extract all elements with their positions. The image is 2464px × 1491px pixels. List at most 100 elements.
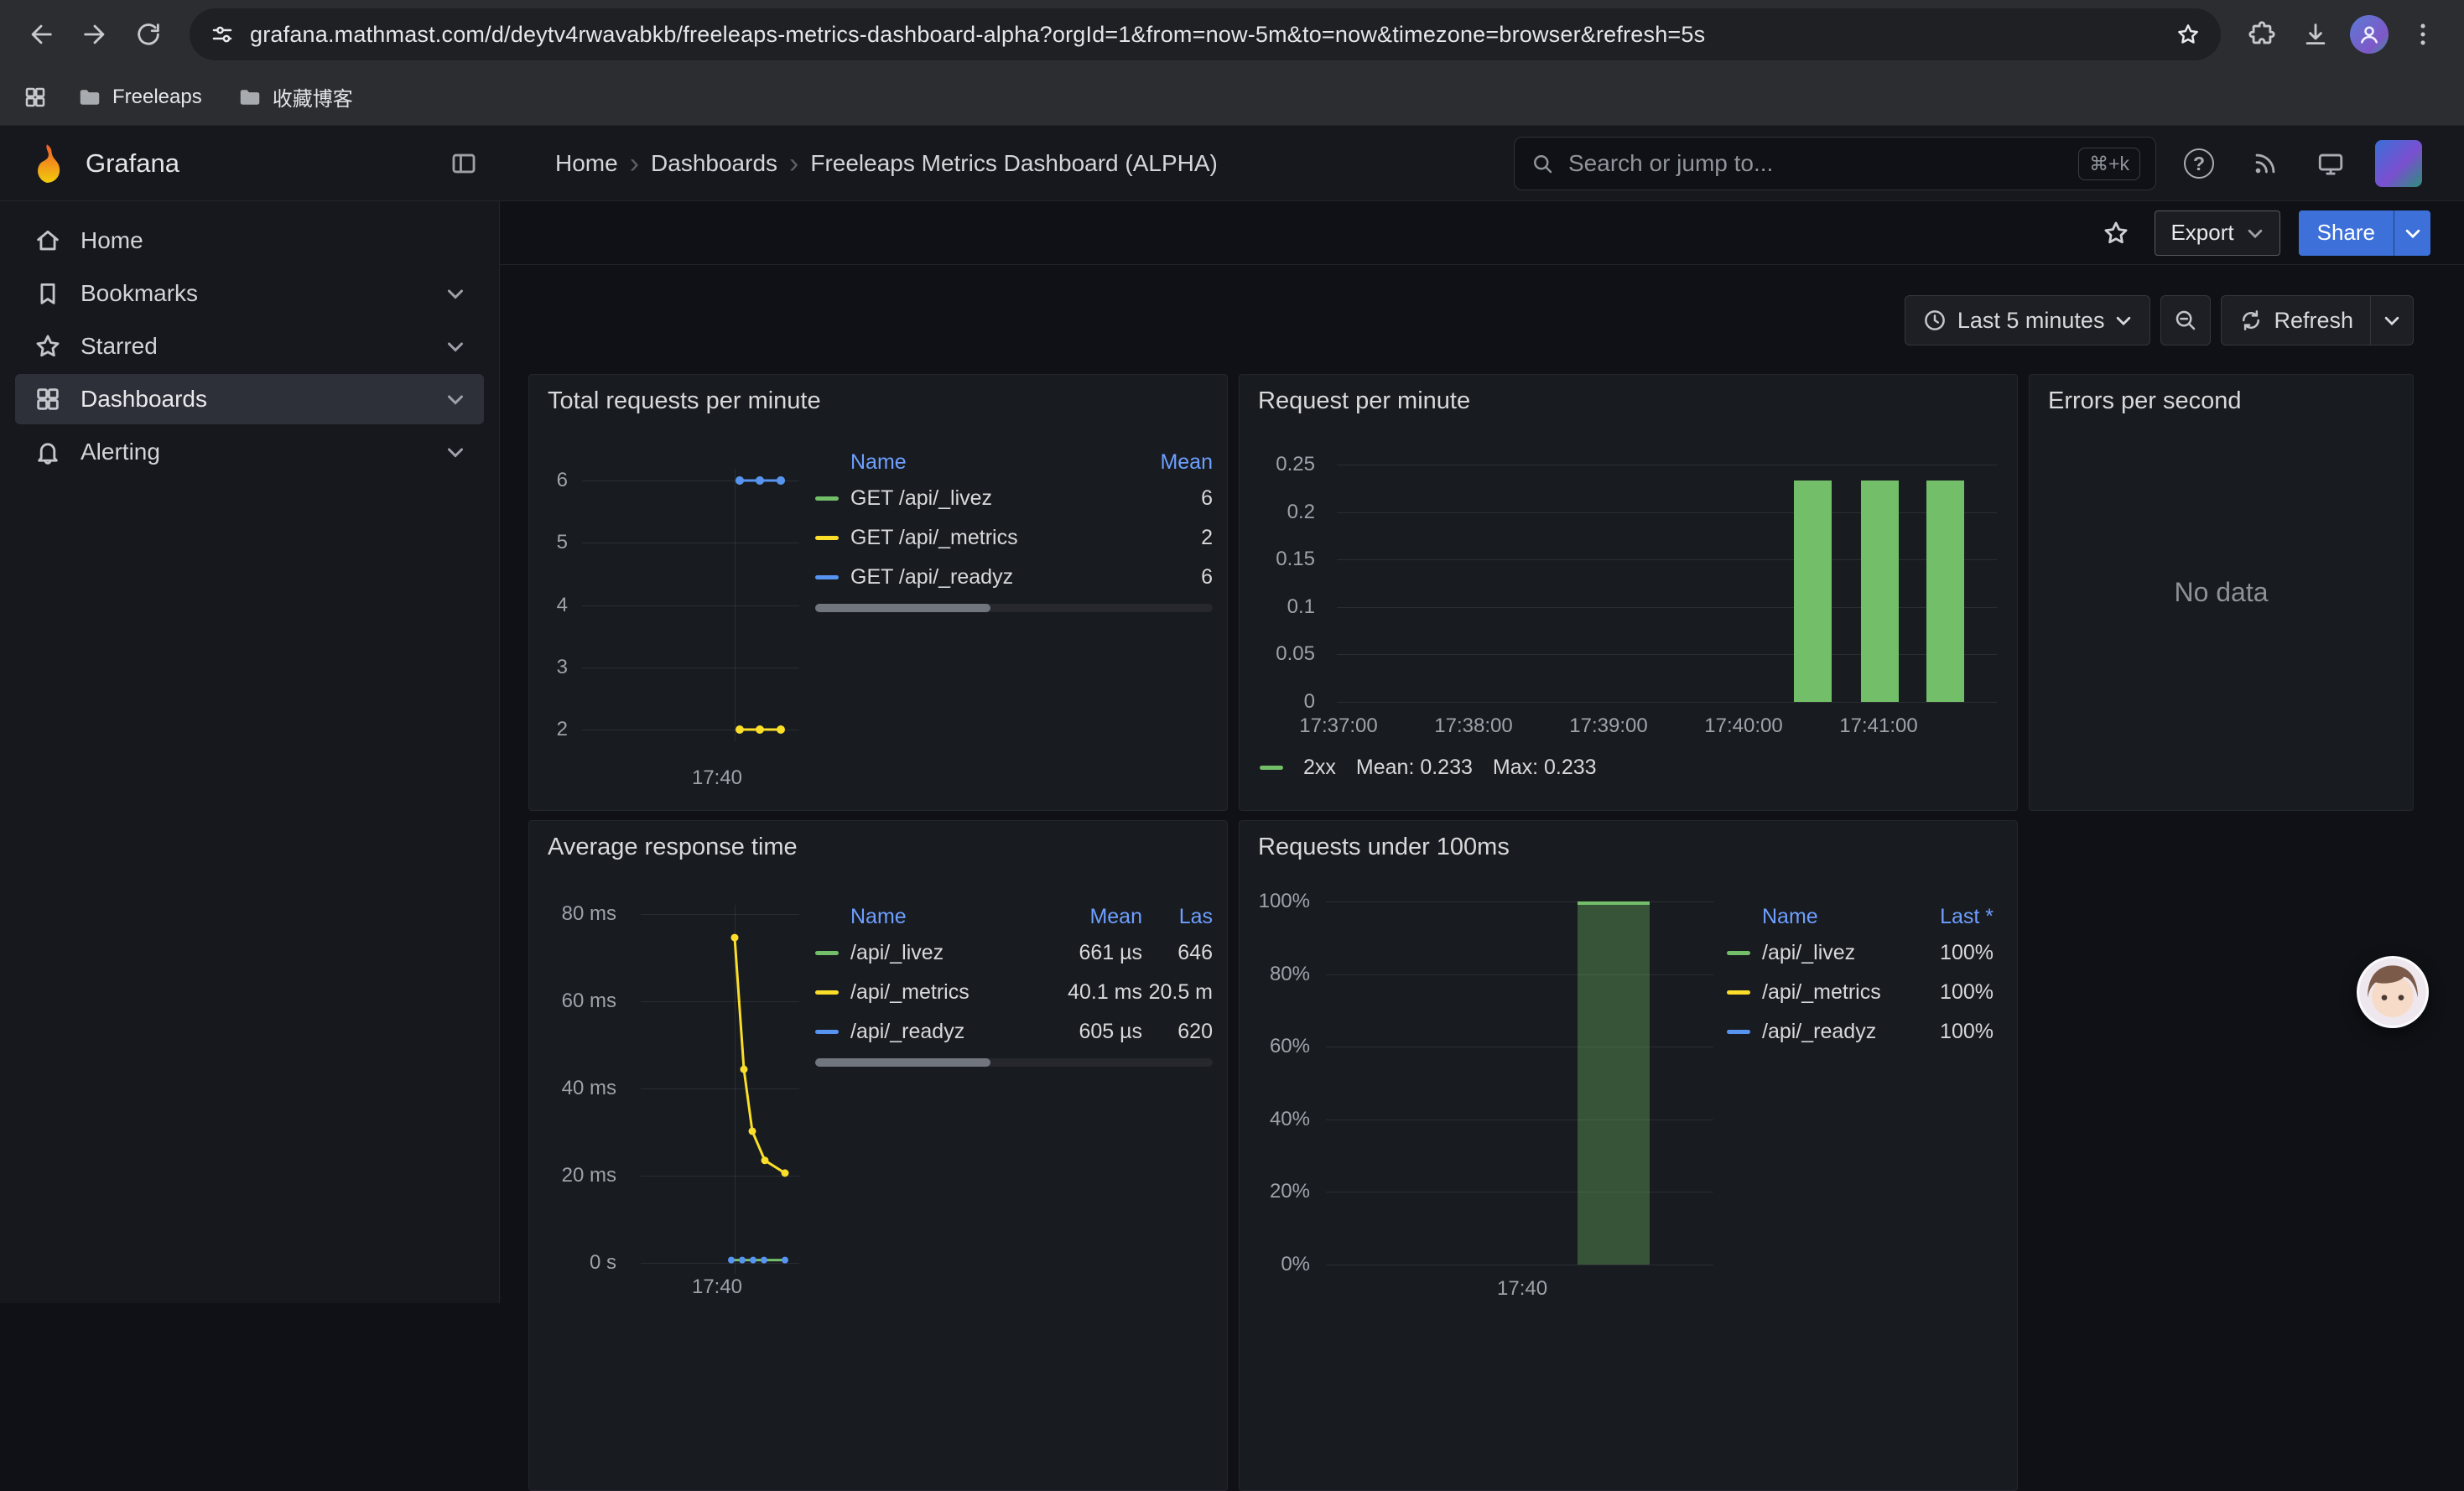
brand[interactable]: Grafana	[25, 126, 179, 200]
legend-header-mean[interactable]: Mean	[1033, 905, 1142, 929]
user-avatar[interactable]	[2375, 140, 2422, 187]
series-swatch	[1727, 990, 1750, 995]
series-max: Max: 0.233	[1493, 756, 1597, 780]
site-settings-icon[interactable]	[210, 22, 235, 47]
legend-header-name[interactable]: Name	[1727, 905, 1901, 929]
assistant-avatar[interactable]	[2357, 956, 2429, 1028]
downloads-button[interactable]	[2291, 10, 2340, 59]
sidebar-item-home[interactable]: Home	[15, 216, 484, 266]
y-axis-label: 0	[1240, 689, 1315, 714]
dashboard-controls: Export Share	[500, 201, 2464, 265]
dock-sidebar-icon	[450, 149, 478, 178]
grafana-logo	[25, 142, 69, 185]
sidebar-item-dashboards[interactable]: Dashboards	[15, 374, 484, 424]
display-button[interactable]	[2316, 126, 2345, 201]
y-axis-label: 6	[529, 468, 568, 493]
refresh-split-button: Refresh	[2221, 295, 2414, 345]
legend-table: Name Mean Las /api/_livez 661 µs 646 /ap…	[815, 900, 1213, 1067]
series-name[interactable]: /api/_readyz	[1762, 1020, 1901, 1044]
monitor-icon	[2316, 149, 2345, 178]
panel-title[interactable]: Request per minute	[1240, 375, 2017, 427]
legend-row: /api/_readyz 100%	[1727, 1012, 1994, 1052]
gridline	[641, 1176, 799, 1177]
forward-button[interactable]	[70, 10, 119, 59]
dock-sidebar-button[interactable]	[450, 126, 478, 200]
sidebar-item-starred[interactable]: Starred	[15, 321, 484, 371]
clock-icon	[1922, 308, 1947, 333]
apps-grid-icon	[23, 85, 48, 110]
dashboards-grid-icon	[34, 385, 62, 413]
export-button[interactable]: Export	[2155, 210, 2279, 256]
share-menu-button[interactable]	[2394, 210, 2430, 256]
time-range-picker[interactable]: Last 5 minutes	[1905, 295, 2151, 345]
avatar-face	[2359, 958, 2426, 1026]
series-name[interactable]: /api/_metrics	[850, 980, 1033, 1005]
extensions-button[interactable]	[2238, 10, 2286, 59]
series-name[interactable]: GET /api/_metrics	[850, 526, 1112, 550]
help-button[interactable]: ?	[2184, 126, 2214, 201]
home-icon	[34, 226, 62, 255]
refresh-button[interactable]: Refresh	[2221, 295, 2370, 345]
rss-icon	[2251, 149, 2279, 178]
url-bar[interactable]: grafana.mathmast.com/d/deytv4rwavabkb/fr…	[190, 8, 2221, 60]
refresh-interval-button[interactable]	[2370, 295, 2414, 345]
series-name[interactable]: GET /api/_readyz	[850, 565, 1112, 590]
chevron-right-icon: ›	[618, 149, 651, 178]
legend-header-mean[interactable]: Mean	[1112, 450, 1213, 475]
legend-scrollbar[interactable]	[815, 1058, 1213, 1067]
favorite-button[interactable]	[2096, 213, 2136, 253]
gridline-vertical	[735, 469, 736, 741]
sidebar-item-alerting[interactable]: Alerting	[15, 427, 484, 477]
series-name[interactable]: /api/_livez	[1762, 941, 1901, 965]
series-name[interactable]: /api/_metrics	[1762, 980, 1901, 1005]
browser-menu-button[interactable]	[2399, 10, 2447, 59]
bookmark-folder-freeleaps[interactable]: Freeleaps	[64, 77, 216, 117]
kebab-menu-icon	[2409, 20, 2437, 49]
search-input[interactable]	[1567, 149, 2066, 178]
panel-title[interactable]: Total requests per minute	[529, 375, 1227, 427]
panel-title[interactable]: Requests under 100ms	[1240, 821, 2017, 873]
apps-button[interactable]	[15, 77, 55, 117]
series-swatch	[815, 536, 839, 540]
chart-area: 0.250.20.150.10.05017:37:0017:38:0017:39…	[1240, 375, 2017, 810]
y-axis-label: 80 ms	[529, 901, 616, 927]
series-name[interactable]: /api/_livez	[850, 941, 1033, 965]
scrollbar-thumb[interactable]	[815, 1058, 990, 1067]
profile-button[interactable]	[2345, 10, 2394, 59]
news-button[interactable]	[2251, 126, 2279, 201]
legend-row: /api/_livez 100%	[1727, 933, 1994, 973]
chevron-down-icon	[445, 283, 465, 304]
series-name[interactable]: GET /api/_livez	[850, 486, 1112, 511]
panel-title[interactable]: Average response time	[529, 821, 1227, 873]
gridline	[641, 1088, 799, 1089]
share-split-button: Share	[2299, 210, 2430, 256]
panel-title[interactable]: Errors per second	[2030, 375, 2413, 427]
series-name[interactable]: /api/_readyz	[850, 1020, 1033, 1044]
sidebar-item-label: Dashboards	[81, 386, 207, 413]
zoom-out-button[interactable]	[2160, 295, 2211, 345]
legend-header-last[interactable]: Last *	[1901, 905, 1994, 929]
bookmark-star-icon[interactable]	[2175, 22, 2201, 47]
bookmark-icon	[34, 279, 62, 308]
search-shortcut: ⌘+k	[2078, 148, 2140, 180]
legend-scrollbar[interactable]	[815, 604, 1213, 612]
breadcrumb-home[interactable]: Home	[555, 150, 618, 177]
forward-icon	[81, 20, 109, 49]
bar	[1794, 481, 1832, 702]
refresh-label: Refresh	[2274, 308, 2353, 334]
chevron-down-icon	[2114, 311, 2133, 330]
legend-header-last[interactable]: Las	[1142, 905, 1213, 929]
sidebar-item-bookmarks[interactable]: Bookmarks	[15, 268, 484, 319]
breadcrumb-dashboards[interactable]: Dashboards	[651, 150, 777, 177]
scrollbar-thumb[interactable]	[815, 604, 990, 612]
legend-header-name[interactable]: Name	[815, 905, 1033, 929]
back-button[interactable]	[17, 10, 65, 59]
reload-button[interactable]	[124, 10, 173, 59]
share-button[interactable]: Share	[2299, 210, 2394, 256]
legend-header-name[interactable]: Name	[815, 450, 1112, 475]
bookmark-folder-blogs[interactable]: 收藏博客	[224, 77, 366, 117]
series-name[interactable]: 2xx	[1303, 756, 1336, 780]
panel-errors-per-second: Errors per second No data	[2029, 374, 2414, 811]
search-box[interactable]: ⌘+k	[1514, 137, 2156, 190]
sidebar-item-label: Starred	[81, 333, 158, 360]
